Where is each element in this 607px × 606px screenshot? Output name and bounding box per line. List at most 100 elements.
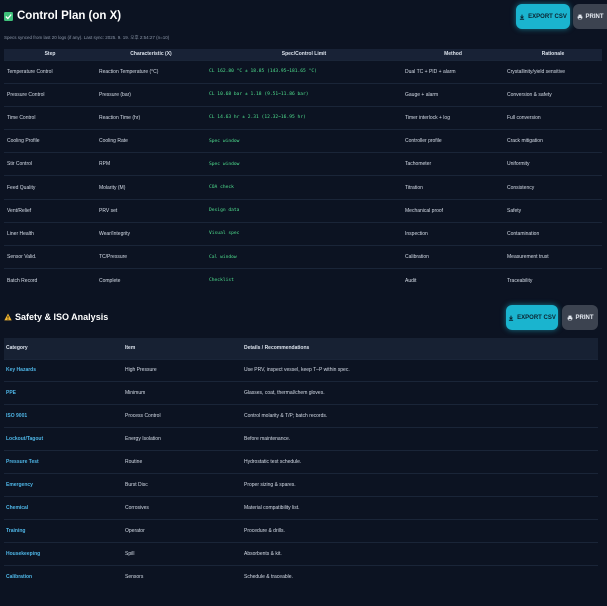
- column-header: Item: [125, 345, 136, 352]
- table-cell: Contamination: [504, 221, 602, 246]
- column-header: Details / Recommendations: [244, 345, 310, 352]
- table-cell: Liner Health: [4, 221, 96, 246]
- table-cell: Batch Record: [4, 268, 96, 292]
- safety-export-csv-button[interactable]: EXPORT CSV: [506, 305, 558, 330]
- table-row: Key Hazards High Pressure Use PRV, inspect…: [4, 358, 598, 382]
- print-button[interactable]: PRINT: [573, 4, 607, 29]
- table-row: Vent/Relief PRV set Design data Mechanical …: [4, 198, 602, 223]
- column-header: Rationale: [541, 51, 565, 58]
- table-cell: CL 14.63 hr ± 2.31 (12.32~16.95 hr): [206, 105, 402, 130]
- control-plan-table: Step Characteristic (X) Spec/Control Lim…: [4, 49, 602, 292]
- warning-icon: [4, 313, 12, 321]
- table-cell: Schedule & traceable.: [242, 564, 598, 588]
- column-header: Step: [44, 51, 56, 58]
- table-cell: Wear/Integrity: [96, 221, 206, 246]
- safety-title: Safety & ISO Analysis: [4, 312, 108, 322]
- table-cell: Uniformity: [504, 152, 602, 176]
- download-icon: [520, 14, 525, 20]
- table-row: Emergency Burst Disc Proper sizing & spare…: [4, 472, 598, 497]
- table-row: Stir Control RPM Spec window Tachometer Unif…: [4, 152, 602, 176]
- table-cell: Absorbents & kit.: [242, 541, 598, 566]
- table-row: ISO 9001 Process Control Control molarity …: [4, 404, 598, 428]
- table-cell: Chemical: [4, 495, 123, 520]
- table-cell: Full conversion: [504, 105, 602, 130]
- table-cell: Spill: [123, 541, 242, 566]
- table-cell: Reaction Temperature (°C): [96, 59, 206, 84]
- safety-iso-table: Category Item Details / Recommendations …: [4, 338, 598, 588]
- table-cell: Gauge + alarm: [402, 82, 504, 107]
- table-cell: PRV set: [96, 198, 206, 223]
- sync-status-text: Specs synced from last 20 logs (if any).…: [4, 35, 170, 40]
- table-cell: Operator: [123, 518, 242, 543]
- table-row: Feed Quality Molarity (M) COA check Titrati…: [4, 175, 602, 200]
- table-row: Temperature Control Reaction Temperature …: [4, 59, 602, 84]
- table-cell: Inspection: [402, 221, 504, 246]
- table-row: Calibration Sensors Schedule & traceable.: [4, 564, 598, 588]
- table-cell: Audit: [402, 268, 504, 292]
- table-cell: Timer interlock + log: [402, 105, 504, 130]
- table-cell: Control molarity & T/P; batch records.: [242, 404, 598, 428]
- table-cell: Consistency: [504, 175, 602, 200]
- table-row: Chemical Corrosives Material compatibility…: [4, 495, 598, 520]
- table-cell: Spec window: [206, 152, 402, 176]
- table-cell: Cooling Rate: [96, 129, 206, 153]
- table-cell: Vent/Relief: [4, 198, 96, 223]
- table-cell: Routine: [123, 450, 242, 474]
- table-cell: Glasses, coat, thermal/chem gloves.: [242, 381, 598, 405]
- table-row: Training Operator Procedure & drills.: [4, 518, 598, 543]
- table-cell: Crack mitigation: [504, 129, 602, 153]
- table-cell: Temperature Control: [4, 59, 96, 84]
- table-cell: CL 10.68 bar ± 1.18 (9.51~11.86 bar): [206, 82, 402, 107]
- safety-header-row: Category Item Details / Recommendations: [4, 338, 598, 359]
- table-cell: Energy Isolation: [123, 427, 242, 451]
- table-cell: ISO 9001: [4, 404, 123, 428]
- table-row: Sensor Valid. TC/Pressure Cal window Calibr…: [4, 244, 602, 269]
- table-cell: Controller profile: [402, 129, 504, 153]
- table-cell: COA check: [206, 175, 402, 200]
- table-row: PPE Minimum Glasses, coat, thermal/chem gl…: [4, 381, 598, 405]
- control-plan-title-text: Control Plan (on X): [17, 10, 122, 22]
- table-cell: Traceability: [504, 268, 602, 292]
- table-cell: Corrosives: [123, 495, 242, 520]
- table-cell: Complete: [96, 268, 206, 292]
- table-cell: Minimum: [123, 381, 242, 405]
- table-cell: Use PRV, inspect vessel, keep T–P within…: [242, 358, 598, 382]
- table-cell: Cooling Profile: [4, 129, 96, 153]
- table-cell: Time Control: [4, 105, 96, 130]
- table-cell: CL 162.80 °C ± 18.85 (143.95~181.65 °C): [206, 59, 402, 84]
- table-cell: Dual TC + PID + alarm: [402, 59, 504, 84]
- table-cell: Procedure & drills.: [242, 518, 598, 543]
- table-row: Batch Record Complete Checklist Audit Tracea…: [4, 268, 602, 292]
- table-cell: Reaction Time (hr): [96, 105, 206, 130]
- table-cell: Emergency: [4, 472, 123, 497]
- table-cell: Material compatibility list.: [242, 495, 598, 520]
- safety-title-text: Safety & ISO Analysis: [15, 312, 109, 322]
- table-cell: Sensors: [123, 564, 242, 588]
- table-cell: Calibration: [4, 564, 123, 588]
- table-row: Liner Health Wear/Integrity Visual spec Ins…: [4, 221, 602, 246]
- table-cell: Titration: [402, 175, 504, 200]
- table-cell: Visual spec: [206, 221, 402, 246]
- safety-print-button[interactable]: PRINT: [562, 305, 598, 330]
- table-cell: Feed Quality: [4, 175, 96, 200]
- export-csv-button[interactable]: EXPORT CSV: [516, 4, 570, 29]
- table-cell: Spec window: [206, 129, 402, 153]
- control-plan-icon: [4, 11, 13, 21]
- table-cell: Stir Control: [4, 152, 96, 176]
- table-cell: Sensor Valid.: [4, 244, 96, 269]
- table-cell: Process Control: [123, 404, 242, 428]
- table-cell: Measurement trust: [504, 244, 602, 269]
- column-header: Characteristic (X): [130, 51, 172, 58]
- column-header: Method: [444, 51, 462, 58]
- table-cell: Proper sizing & spares.: [242, 472, 598, 497]
- table-cell: TC/Pressure: [96, 244, 206, 269]
- table-cell: Molarity (M): [96, 175, 206, 200]
- control-plan-title: Control Plan (on X): [4, 10, 121, 22]
- download-icon: [509, 315, 514, 321]
- table-cell: High Pressure: [123, 358, 242, 382]
- table-row: Pressure Test Routine Hydrostatic test sch…: [4, 450, 598, 474]
- table-cell: Conversion & safety: [504, 82, 602, 107]
- printer-icon: [577, 14, 582, 20]
- control-plan-header: Control Plan (on X): [4, 6, 603, 32]
- table-cell: Checklist: [206, 268, 402, 292]
